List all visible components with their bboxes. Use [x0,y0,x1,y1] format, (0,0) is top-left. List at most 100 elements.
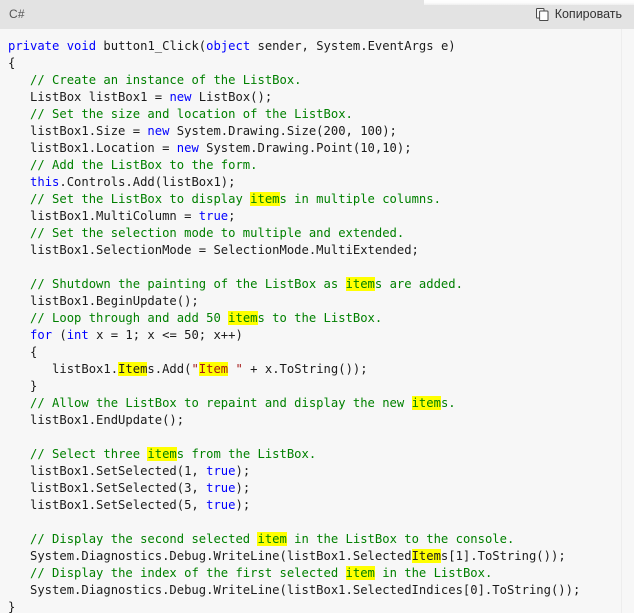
code-token: in the ListBox. [374,566,493,580]
code-token: ListBox listBox1 = [8,90,170,104]
code-token: true [198,209,229,223]
code-token: listBox1.SetSelected(3, [8,481,207,495]
code-token: // Create an instance of the ListBox. [30,73,302,87]
code-token: System.Drawing.Size(200, 100); [169,124,397,138]
code-token: " [191,362,199,376]
code-line: listBox1.SetSelected(1, true); [8,463,634,480]
code-token: true [206,464,236,478]
copy-button[interactable]: Копировать [534,6,624,23]
code-token: s[1].ToString()); [440,549,566,563]
code-line: listBox1.Location = new System.Drawing.P… [8,140,634,157]
code-token: s in multiple columns. [279,192,441,206]
code-token: System.Diagnostics.Debug.WriteLine(listB… [8,583,581,597]
search-highlight: item [345,566,375,580]
code-token: + x.ToString()); [242,362,368,376]
code-token: true [206,481,236,495]
code-token: " [228,362,243,376]
code-line: // Display the index of the first select… [8,565,634,582]
code-line: // Set the size and location of the List… [8,106,634,123]
code-line: listBox1.Items.Add("Item " + x.ToString(… [8,361,634,378]
code-token: // Add the ListBox to the form. [30,158,258,172]
code-line: listBox1.SetSelected(5, true); [8,497,634,514]
code-line: System.Diagnostics.Debug.WriteLine(listB… [8,582,634,599]
code-token: s from the ListBox. [176,447,317,461]
container-top-edge [424,0,634,5]
right-edge-rule [621,29,622,613]
copy-button-label: Копировать [554,6,622,21]
code-token: { [8,345,38,359]
code-token: // Set the selection mode to multiple an… [30,226,405,240]
code-token: void [66,39,97,53]
code-token: // Set the ListBox to display [30,192,251,206]
code-token: private [8,39,60,53]
language-label: C# [9,7,25,21]
code-line: { [8,344,634,361]
code-token: // Select three [30,447,148,461]
search-highlight: item [345,277,375,291]
code-line: private void button1_Click(object sender… [8,38,634,55]
code-line: listBox1.BeginUpdate(); [8,293,634,310]
code-token: // Allow the ListBox to repaint and disp… [30,396,412,410]
code-token: System.Drawing.Point(10,10); [198,141,412,155]
code-line: } [8,378,634,395]
code-token: in the ListBox to the console. [286,532,515,546]
code-token: ( [52,328,67,342]
code-token: listBox1.SetSelected(5, [8,498,207,512]
code-token: ); [235,498,251,512]
search-highlight: item [250,192,280,206]
code-line: { [8,55,634,72]
code-line: // Add the ListBox to the form. [8,157,634,174]
code-token: sender, System.EventArgs e) [250,39,456,53]
code-token: button1_Click( [96,39,207,53]
code-token: x = 1; x <= 50; x++) [88,328,243,342]
code-token: this [30,175,60,189]
code-token: s are added. [374,277,463,291]
code-token: // Shutdown the painting of the ListBox … [30,277,346,291]
code-line: // Set the ListBox to display items in m… [8,191,634,208]
code-line: // Set the selection mode to multiple an… [8,225,634,242]
code-token: new [147,124,170,138]
code-line: listBox1.SelectionMode = SelectionMode.M… [8,242,634,259]
search-highlight: Item [198,362,229,376]
code-token: listBox1.SetSelected(1, [8,464,207,478]
code-token: s to the ListBox. [257,311,383,325]
code-token: ); [235,481,251,495]
code-token: for [30,328,53,342]
code-line: listBox1.Size = new System.Drawing.Size(… [8,123,634,140]
code-token: listBox1.Size = [8,124,148,138]
code-line: listBox1.EndUpdate(); [8,412,634,429]
code-scroll-area[interactable]: private void button1_Click(object sender… [0,29,634,613]
code-token: true [206,498,236,512]
code-token: new [169,90,192,104]
code-line: // Allow the ListBox to repaint and disp… [8,395,634,412]
search-highlight: item [228,311,258,325]
code-token: // Display the second selected [30,532,258,546]
code-line: // Shutdown the painting of the ListBox … [8,276,634,293]
code-token: listBox1.Location = [8,141,177,155]
code-line: for (int x = 1; x <= 50; x++) [8,327,634,344]
code-line: // Display the second selected item in t… [8,531,634,548]
code-token: listBox1. [8,362,119,376]
code-token: s. [440,396,456,410]
code-token: ); [235,464,251,478]
code-token: int [66,328,89,342]
code-token: s.Add( [147,362,192,376]
code-token: // Set the size and location of the List… [30,107,353,121]
code-token: listBox1.EndUpdate(); [8,413,185,427]
code-token: listBox1.SelectionMode = SelectionMode.M… [8,243,419,257]
code-token: // Loop through and add 50 [30,311,229,325]
